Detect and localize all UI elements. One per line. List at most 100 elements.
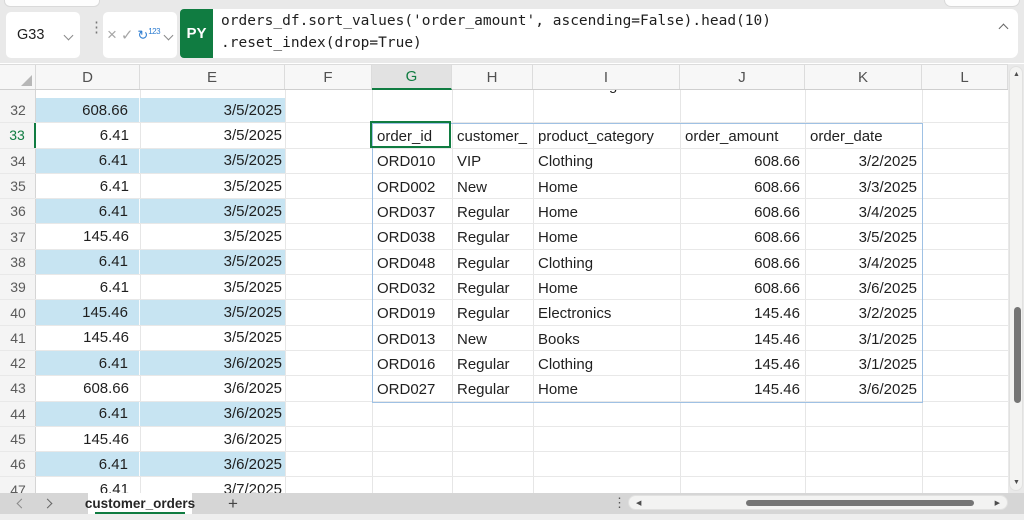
cell-D32[interactable]: 608.66 xyxy=(36,98,140,122)
sheet-tab-customer-orders[interactable]: customer_orders xyxy=(88,493,192,514)
cell-D47[interactable]: 6.41 xyxy=(36,478,140,494)
cell-G40[interactable]: ORD019 xyxy=(373,301,453,326)
cell-I41[interactable]: Books xyxy=(534,326,681,351)
cell-K34[interactable]: 3/2/2025 xyxy=(806,149,923,174)
cell-E44[interactable]: 3/6/2025 xyxy=(140,402,285,426)
row-header-40[interactable]: 40 xyxy=(0,300,36,324)
cell-J36[interactable]: 608.66 xyxy=(681,200,806,225)
cell-G34[interactable]: ORD010 xyxy=(373,149,453,174)
cell-I43[interactable]: Home xyxy=(534,377,681,402)
cell-J42[interactable]: 145.46 xyxy=(681,352,806,377)
cell-J37[interactable]: 608.66 xyxy=(681,225,806,250)
column-header-L[interactable]: L xyxy=(922,65,1008,89)
cell-H43[interactable]: Regular xyxy=(453,377,534,402)
cell-I39[interactable]: Home xyxy=(534,276,681,301)
cell-D36[interactable]: 6.41 xyxy=(36,199,140,223)
cell-G38[interactable]: ORD048 xyxy=(373,251,453,276)
chevron-down-icon[interactable] xyxy=(164,31,173,40)
cell-I34[interactable]: Clothing xyxy=(534,149,681,174)
collapse-formula-bar-icon[interactable] xyxy=(999,21,1008,30)
cell-K33[interactable]: order_date xyxy=(806,124,923,149)
cell-I38[interactable]: Clothing xyxy=(534,251,681,276)
cell-J40[interactable]: 145.46 xyxy=(681,301,806,326)
cell-I33[interactable]: product_category xyxy=(534,124,681,149)
cell-J43[interactable]: 145.46 xyxy=(681,377,806,402)
cell-H35[interactable]: New xyxy=(453,175,534,200)
cell-H38[interactable]: Regular xyxy=(453,251,534,276)
cell-D46[interactable]: 6.41 xyxy=(36,452,140,476)
scroll-right-icon[interactable]: ▶ xyxy=(995,499,1000,507)
row-header-38[interactable]: 38 xyxy=(0,250,36,274)
cell-D40[interactable]: 145.46 xyxy=(36,300,140,324)
cell-E47[interactable]: 3/7/2025 xyxy=(140,478,285,494)
row-header-37[interactable]: 37 xyxy=(0,225,36,249)
cell-E36[interactable]: 3/5/2025 xyxy=(140,199,285,223)
cell-G43[interactable]: ORD027 xyxy=(373,377,453,402)
column-header-J[interactable]: J xyxy=(680,65,805,89)
cell-J39[interactable]: 608.66 xyxy=(681,276,806,301)
cell-D35[interactable]: 6.41 xyxy=(36,174,140,198)
cell-K43[interactable]: 3/6/2025 xyxy=(806,377,923,402)
row-header-43[interactable]: 43 xyxy=(0,376,36,400)
cell-G37[interactable]: ORD038 xyxy=(373,225,453,250)
cell-J33[interactable]: order_amount xyxy=(681,124,806,149)
cell-D43[interactable]: 608.66 xyxy=(36,376,140,400)
cell-E42[interactable]: 3/6/2025 xyxy=(140,351,285,375)
cell-H42[interactable]: Regular xyxy=(453,352,534,377)
cell-I40[interactable]: Electronics xyxy=(534,301,681,326)
row-header-44[interactable]: 44 xyxy=(0,402,36,426)
cell-G35[interactable]: ORD002 xyxy=(373,175,453,200)
cell-E41[interactable]: 3/5/2025 xyxy=(140,326,285,350)
row-header-39[interactable]: 39 xyxy=(0,275,36,299)
row-header-33[interactable]: 33 xyxy=(0,123,36,147)
cell-G36[interactable]: ORD037 xyxy=(373,200,453,225)
prev-sheet-icon[interactable] xyxy=(14,496,32,512)
cell-E33[interactable]: 3/5/2025 xyxy=(140,123,285,147)
cell-E32[interactable]: 3/5/2025 xyxy=(140,98,285,122)
formula-input[interactable]: orders_df.sort_values('order_amount', as… xyxy=(213,9,1018,58)
cell-D41[interactable]: 145.46 xyxy=(36,326,140,350)
cell-G41[interactable]: ORD013 xyxy=(373,326,453,351)
cell-E45[interactable]: 3/6/2025 xyxy=(140,427,285,451)
cell-H36[interactable]: Regular xyxy=(453,200,534,225)
row-header-42[interactable]: 42 xyxy=(0,351,36,375)
cell-H37[interactable]: Regular xyxy=(453,225,534,250)
cell-D39[interactable]: 6.41 xyxy=(36,275,140,299)
cell-J35[interactable]: 608.66 xyxy=(681,175,806,200)
cell-H41[interactable]: New xyxy=(453,326,534,351)
cell-K39[interactable]: 3/6/2025 xyxy=(806,276,923,301)
chevron-down-icon[interactable] xyxy=(64,31,73,40)
vertical-scrollbar[interactable]: ▲ ▼ xyxy=(1008,64,1024,493)
cell-I36[interactable]: Home xyxy=(534,200,681,225)
cell-E43[interactable]: 3/6/2025 xyxy=(140,376,285,400)
horizontal-scrollbar[interactable]: ◀ ▶ xyxy=(628,495,1008,510)
cell-J34[interactable]: 608.66 xyxy=(681,149,806,174)
row-header-32[interactable]: 32 xyxy=(0,98,36,122)
cell-K40[interactable]: 3/2/2025 xyxy=(806,301,923,326)
cell-K41[interactable]: 3/1/2025 xyxy=(806,326,923,351)
vertical-scrollbar-thumb[interactable] xyxy=(1014,307,1021,403)
cell-K42[interactable]: 3/1/2025 xyxy=(806,352,923,377)
column-header-D[interactable]: D xyxy=(36,65,140,89)
cancel-icon[interactable]: × xyxy=(107,25,117,45)
column-header-F[interactable]: F xyxy=(285,65,372,89)
row-header-46[interactable]: 46 xyxy=(0,452,36,476)
select-all-corner[interactable] xyxy=(0,65,36,89)
cell-H40[interactable]: Regular xyxy=(453,301,534,326)
formula-bar-drag-handle-icon[interactable]: ⋮ xyxy=(89,18,104,36)
cell-K38[interactable]: 3/4/2025 xyxy=(806,251,923,276)
column-header-H[interactable]: H xyxy=(452,65,533,89)
python-output-as-values-icon[interactable]: ↻123 xyxy=(137,27,160,43)
column-header-G[interactable]: G xyxy=(372,65,452,90)
cell-G42[interactable]: ORD016 xyxy=(373,352,453,377)
horizontal-scrollbar-thumb[interactable] xyxy=(746,500,974,507)
cell-D44[interactable]: 6.41 xyxy=(36,402,140,426)
enter-icon[interactable]: ✓ xyxy=(121,26,134,44)
cell-H39[interactable]: Regular xyxy=(453,276,534,301)
column-header-I[interactable]: I xyxy=(533,65,680,89)
cell-E39[interactable]: 3/5/2025 xyxy=(140,275,285,299)
cell-D42[interactable]: 6.41 xyxy=(36,351,140,375)
cell-J38[interactable]: 608.66 xyxy=(681,251,806,276)
cell-I42[interactable]: Clothing xyxy=(534,352,681,377)
row-header-36[interactable]: 36 xyxy=(0,199,36,223)
